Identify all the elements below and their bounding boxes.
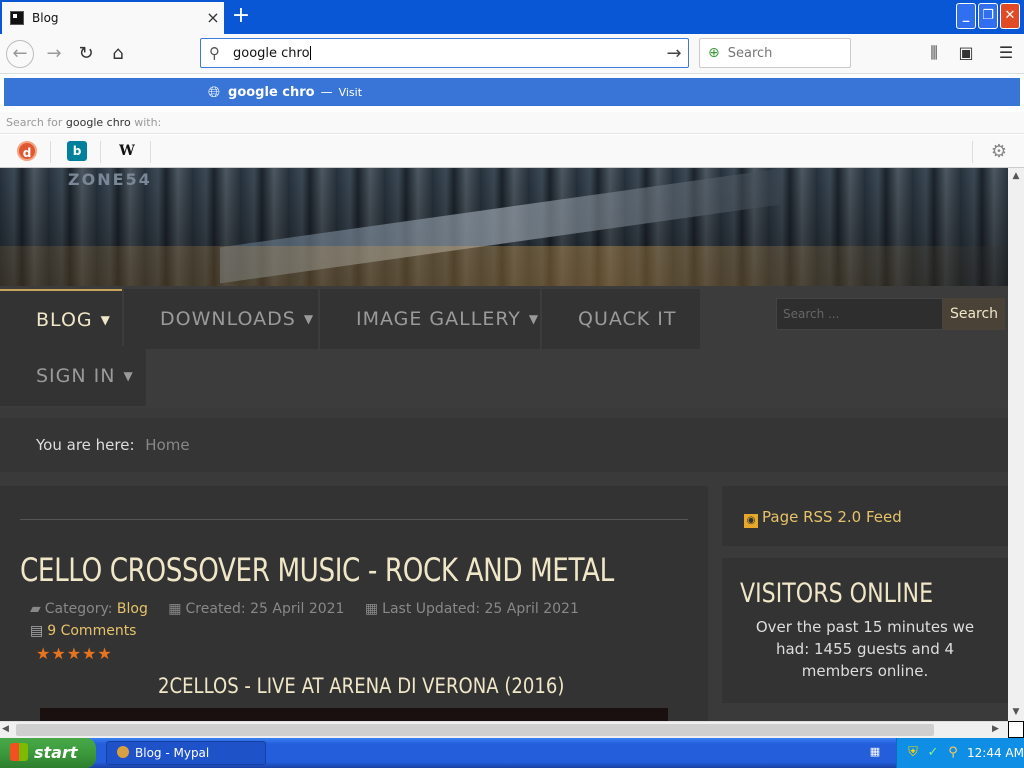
site-favicon-icon <box>10 11 24 25</box>
go-arrow-icon[interactable]: → <box>660 43 688 64</box>
system-tray: ⛨ ✓ ⚲ 12:44 AM <box>896 738 1024 768</box>
divider <box>20 519 688 520</box>
suggestion-text: google chro <box>228 84 315 100</box>
search-icon: ⚲ <box>209 44 220 62</box>
globe-icon: 🌐︎ <box>208 83 221 101</box>
article-title[interactable]: CELLO CROSSOVER MUSIC - ROCK AND METAL <box>20 551 614 589</box>
menu-item-downloads[interactable]: DOWNLOADS ▼ <box>124 289 318 349</box>
breadcrumb-home-link[interactable]: Home <box>145 436 189 454</box>
site-logo[interactable]: ZONE54 <box>68 170 152 189</box>
window-close-icon[interactable]: ✕ <box>1000 3 1020 29</box>
video-embed[interactable] <box>40 708 668 721</box>
rss-icon: ◉ <box>744 514 758 528</box>
horizontal-scrollbar[interactable]: ◀ ▶ <box>0 721 1008 738</box>
search-for-hint: Search for google chro with: <box>0 112 1024 134</box>
taskbar-item-blog-mypal[interactable]: Blog - Mypal <box>106 741 266 765</box>
engine-divider <box>972 141 973 163</box>
url-suggestion-row[interactable]: 🌐︎ google chro — Visit <box>4 78 1020 106</box>
scroll-down-arrow-icon[interactable]: ▼ <box>1008 704 1024 720</box>
breadcrumb: You are here: Home <box>0 418 1008 472</box>
search-engine-add-icon[interactable]: ⊕ <box>708 45 720 61</box>
caret-down-icon: ▼ <box>303 312 315 326</box>
window-minimize-icon[interactable]: _ <box>956 3 976 29</box>
rss-feed-link[interactable]: ◉ Page RSS 2.0 Feed <box>722 486 1008 546</box>
scroll-left-arrow-icon[interactable]: ◀ <box>2 724 14 734</box>
tab-close-icon[interactable]: × <box>202 10 224 26</box>
search-settings-gear-icon[interactable]: ⚙ <box>988 141 1010 162</box>
visitors-online-module: VISITORS ONLINE Over the past 15 minutes… <box>722 558 1008 703</box>
menu-item-sign-in[interactable]: SIGN IN ▼ <box>0 346 146 406</box>
suggestion-separator: — <box>320 85 333 99</box>
folder-icon: ▰ <box>30 601 41 617</box>
bing-icon[interactable]: b <box>67 141 87 161</box>
caret-down-icon: ▼ <box>123 369 134 383</box>
clock[interactable]: 12:44 AM <box>967 738 1024 768</box>
sidebar-icon[interactable]: ▣ <box>954 43 978 65</box>
security-shield-icon[interactable]: ⛨ <box>905 745 921 761</box>
scroll-right-arrow-icon[interactable]: ▶ <box>992 724 1004 734</box>
horizontal-scroll-thumb[interactable] <box>16 724 934 736</box>
web-page: ZONE54 BLOG ▼ DOWNLOADS ▼ IMAGE GALLERY ▼ Q… <box>0 168 1008 721</box>
menu-item-quack-it[interactable]: QUACK IT <box>542 289 700 349</box>
mypal-browser-icon <box>117 746 129 758</box>
vertical-scrollbar[interactable]: ▲ ▼ <box>1008 168 1024 721</box>
created-date: Created: 25 April 2021 <box>185 601 345 617</box>
visitors-title: VISITORS ONLINE <box>740 578 934 609</box>
network-icon[interactable]: ✓ <box>925 745 941 761</box>
keyboard-layout-icon[interactable]: ▦ <box>866 745 884 759</box>
library-icon[interactable]: ⫼ <box>922 43 946 65</box>
calendar-icon: ▦ <box>168 601 182 617</box>
engine-divider <box>100 141 101 163</box>
scroll-up-arrow-icon[interactable]: ▲ <box>1008 168 1024 184</box>
updated-date: Last Updated: 25 April 2021 <box>382 601 579 617</box>
menu-item-blog[interactable]: BLOG ▼ <box>0 289 122 349</box>
search-input[interactable] <box>727 45 838 61</box>
breadcrumb-label: You are here: <box>36 436 135 454</box>
suggestion-action: Visit <box>338 85 363 99</box>
tab-blog[interactable]: Blog × <box>2 2 224 34</box>
comments-link[interactable]: ▤ 9 Comments <box>30 623 136 639</box>
article: CELLO CROSSOVER MUSIC - ROCK AND METAL ▰… <box>0 486 708 721</box>
url-bar[interactable]: ⚲ google chro → <box>200 38 689 68</box>
duckduckgo-icon[interactable]: d <box>17 141 37 161</box>
scrollbar-corner <box>1008 721 1024 738</box>
forward-arrow-icon[interactable]: → <box>40 40 68 68</box>
browser-search-box[interactable]: ⊕ <box>699 38 851 68</box>
site-search-button[interactable]: Search <box>943 298 1005 330</box>
menu-item-image-gallery[interactable]: IMAGE GALLERY ▼ <box>320 289 540 349</box>
back-arrow-icon[interactable]: ← <box>6 40 34 68</box>
windows-taskbar: start Blog - Mypal ▦ ⛨ ✓ ⚲ 12:44 AM <box>0 738 1024 768</box>
hamburger-menu-icon[interactable]: ☰ <box>994 43 1018 65</box>
wikipedia-icon[interactable]: W <box>117 141 137 161</box>
visitors-text: Over the past 15 minutes we had: 1455 gu… <box>755 618 975 680</box>
article-meta: ▰ Category: Blog ▦ Created: 25 April 2021 … <box>30 601 579 617</box>
navigation-toolbar: ← → ↻ ⌂ ⚲ google chro → ⊕ ⫼ ▣ ☰ <box>0 34 1024 74</box>
site-search-input[interactable]: Search ... <box>776 298 943 330</box>
rating-stars[interactable]: ★★★★★ <box>36 644 113 663</box>
calendar-icon: ▦ <box>364 601 379 617</box>
home-icon[interactable]: ⌂ <box>104 40 132 68</box>
comment-icon: ▤ <box>30 623 44 639</box>
start-button[interactable]: start <box>0 738 96 768</box>
tab-title: Blog <box>32 11 59 25</box>
windows-logo-icon <box>10 743 28 761</box>
video-title: 2CELLOS - LIVE AT ARENA DI VERONA (2016) <box>158 674 565 698</box>
site-banner: ZONE54 <box>0 168 1008 286</box>
site-main-menu: BLOG ▼ DOWNLOADS ▼ IMAGE GALLERY ▼ QUACK IT… <box>0 286 1008 408</box>
one-off-search-engines: d b W ⚙ <box>0 135 1024 168</box>
search-tray-icon[interactable]: ⚲ <box>945 745 961 761</box>
caret-down-icon: ▼ <box>528 312 540 326</box>
engine-divider <box>50 141 51 163</box>
browser-tab-bar: Blog × + _ ❐ ✕ <box>0 0 1024 34</box>
url-input[interactable]: google chro <box>233 46 660 61</box>
new-tab-icon[interactable]: + <box>228 4 254 30</box>
category-link[interactable]: Blog <box>117 601 148 617</box>
caret-down-icon: ▼ <box>100 313 111 327</box>
reload-icon[interactable]: ↻ <box>72 40 100 68</box>
engine-divider <box>150 141 151 163</box>
window-restore-icon[interactable]: ❐ <box>978 3 998 29</box>
